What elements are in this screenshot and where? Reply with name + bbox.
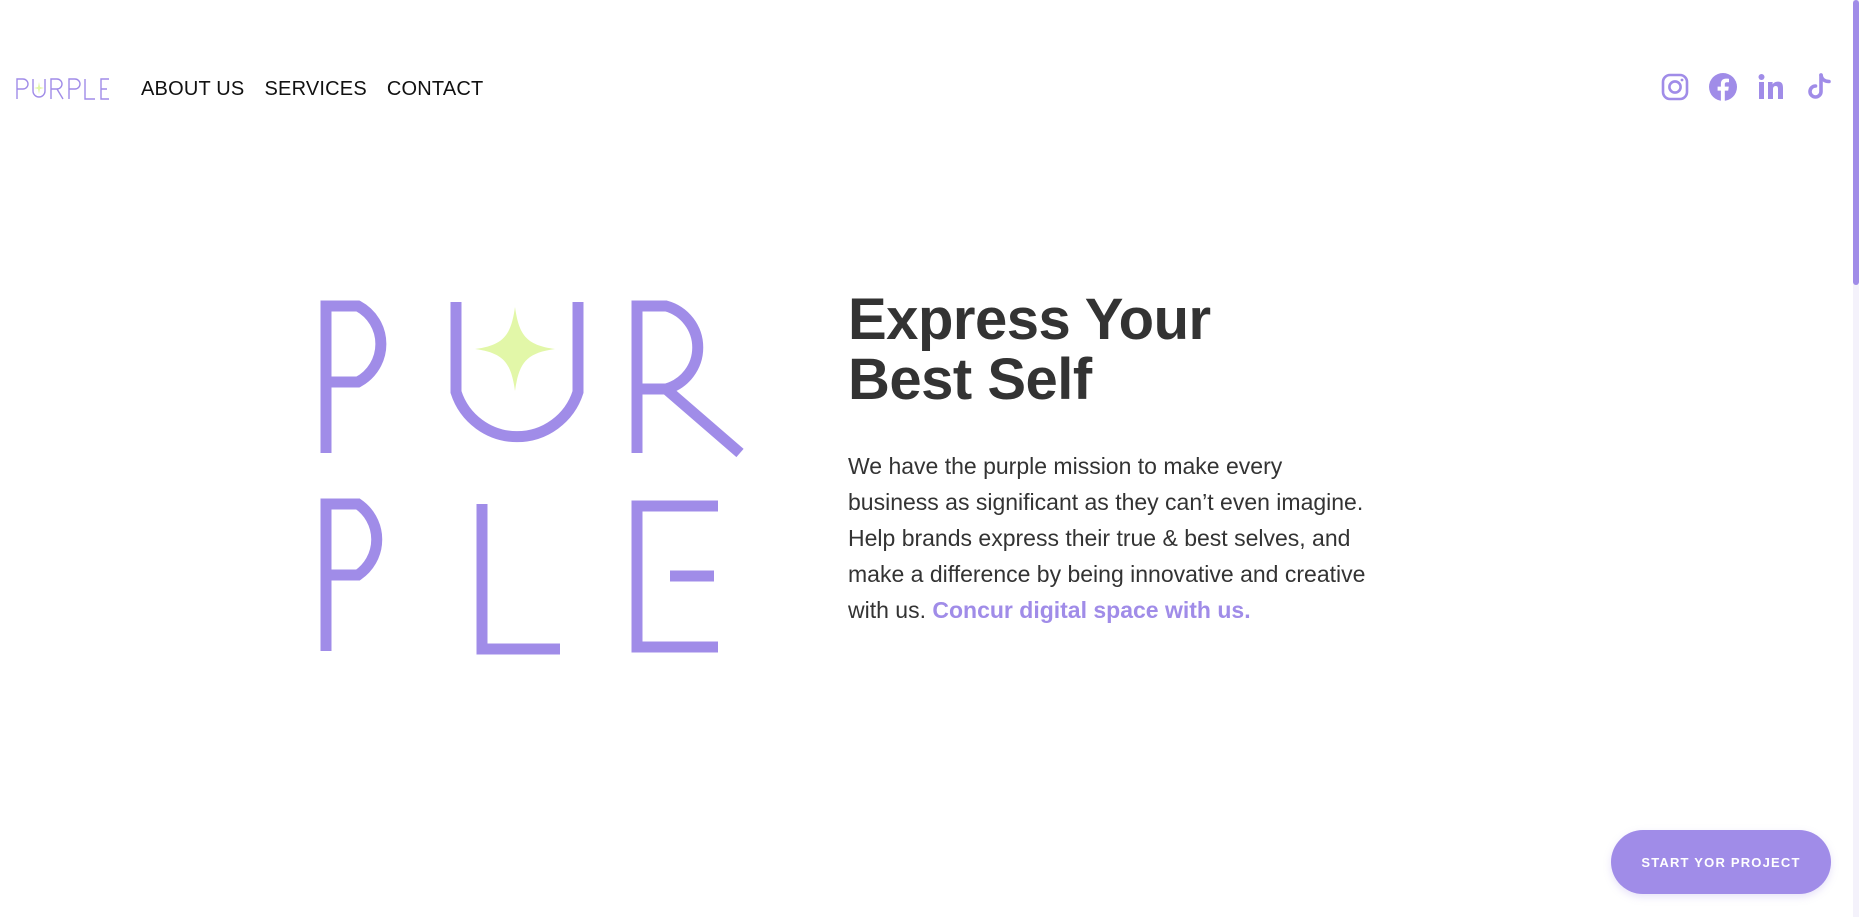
hero-letter-p-top: [320, 300, 387, 453]
brand-logo: [16, 78, 109, 100]
linkedin-link[interactable]: [1756, 72, 1786, 102]
scrollbar-thumb[interactable]: [1853, 0, 1859, 285]
nav-link-about-us[interactable]: ABOUT US: [141, 76, 244, 102]
hero-purple-logo: [320, 300, 744, 655]
social-links: [1660, 72, 1834, 102]
hero-section: Express Your Best Self We have the purpl…: [848, 290, 1378, 628]
hero-letter-p-bottom: [320, 498, 383, 651]
instagram-link[interactable]: [1660, 72, 1690, 102]
tiktok-icon: [1808, 73, 1831, 99]
start-project-button[interactable]: START YOR PROJECT: [1611, 830, 1831, 894]
main-nav: ABOUT US SERVICES CONTACT: [141, 76, 483, 102]
hero-title-line-2: Best Self: [848, 347, 1092, 412]
page-scrollbar[interactable]: [1853, 0, 1859, 917]
concur-digital-space-link[interactable]: Concur digital space with us.: [932, 597, 1250, 623]
nav-link-services[interactable]: SERVICES: [264, 76, 366, 102]
nav-link-contact[interactable]: CONTACT: [387, 76, 484, 102]
hero-title: Express Your Best Self: [848, 290, 1378, 410]
hero-star-icon: [475, 307, 555, 391]
tiktok-link[interactable]: [1804, 72, 1834, 102]
facebook-link[interactable]: [1708, 72, 1738, 102]
facebook-icon: [1709, 73, 1737, 101]
hero-letter-e: [631, 500, 718, 653]
hero-letter-r: [631, 300, 744, 458]
hero-letter-l: [476, 504, 560, 655]
site-header: ABOUT US SERVICES CONTACT: [0, 0, 1859, 180]
hero-title-line-1: Express Your: [848, 287, 1211, 352]
hero-description: We have the purple mission to make every…: [848, 448, 1368, 628]
instagram-icon: [1661, 73, 1689, 101]
linkedin-icon: [1758, 74, 1783, 99]
